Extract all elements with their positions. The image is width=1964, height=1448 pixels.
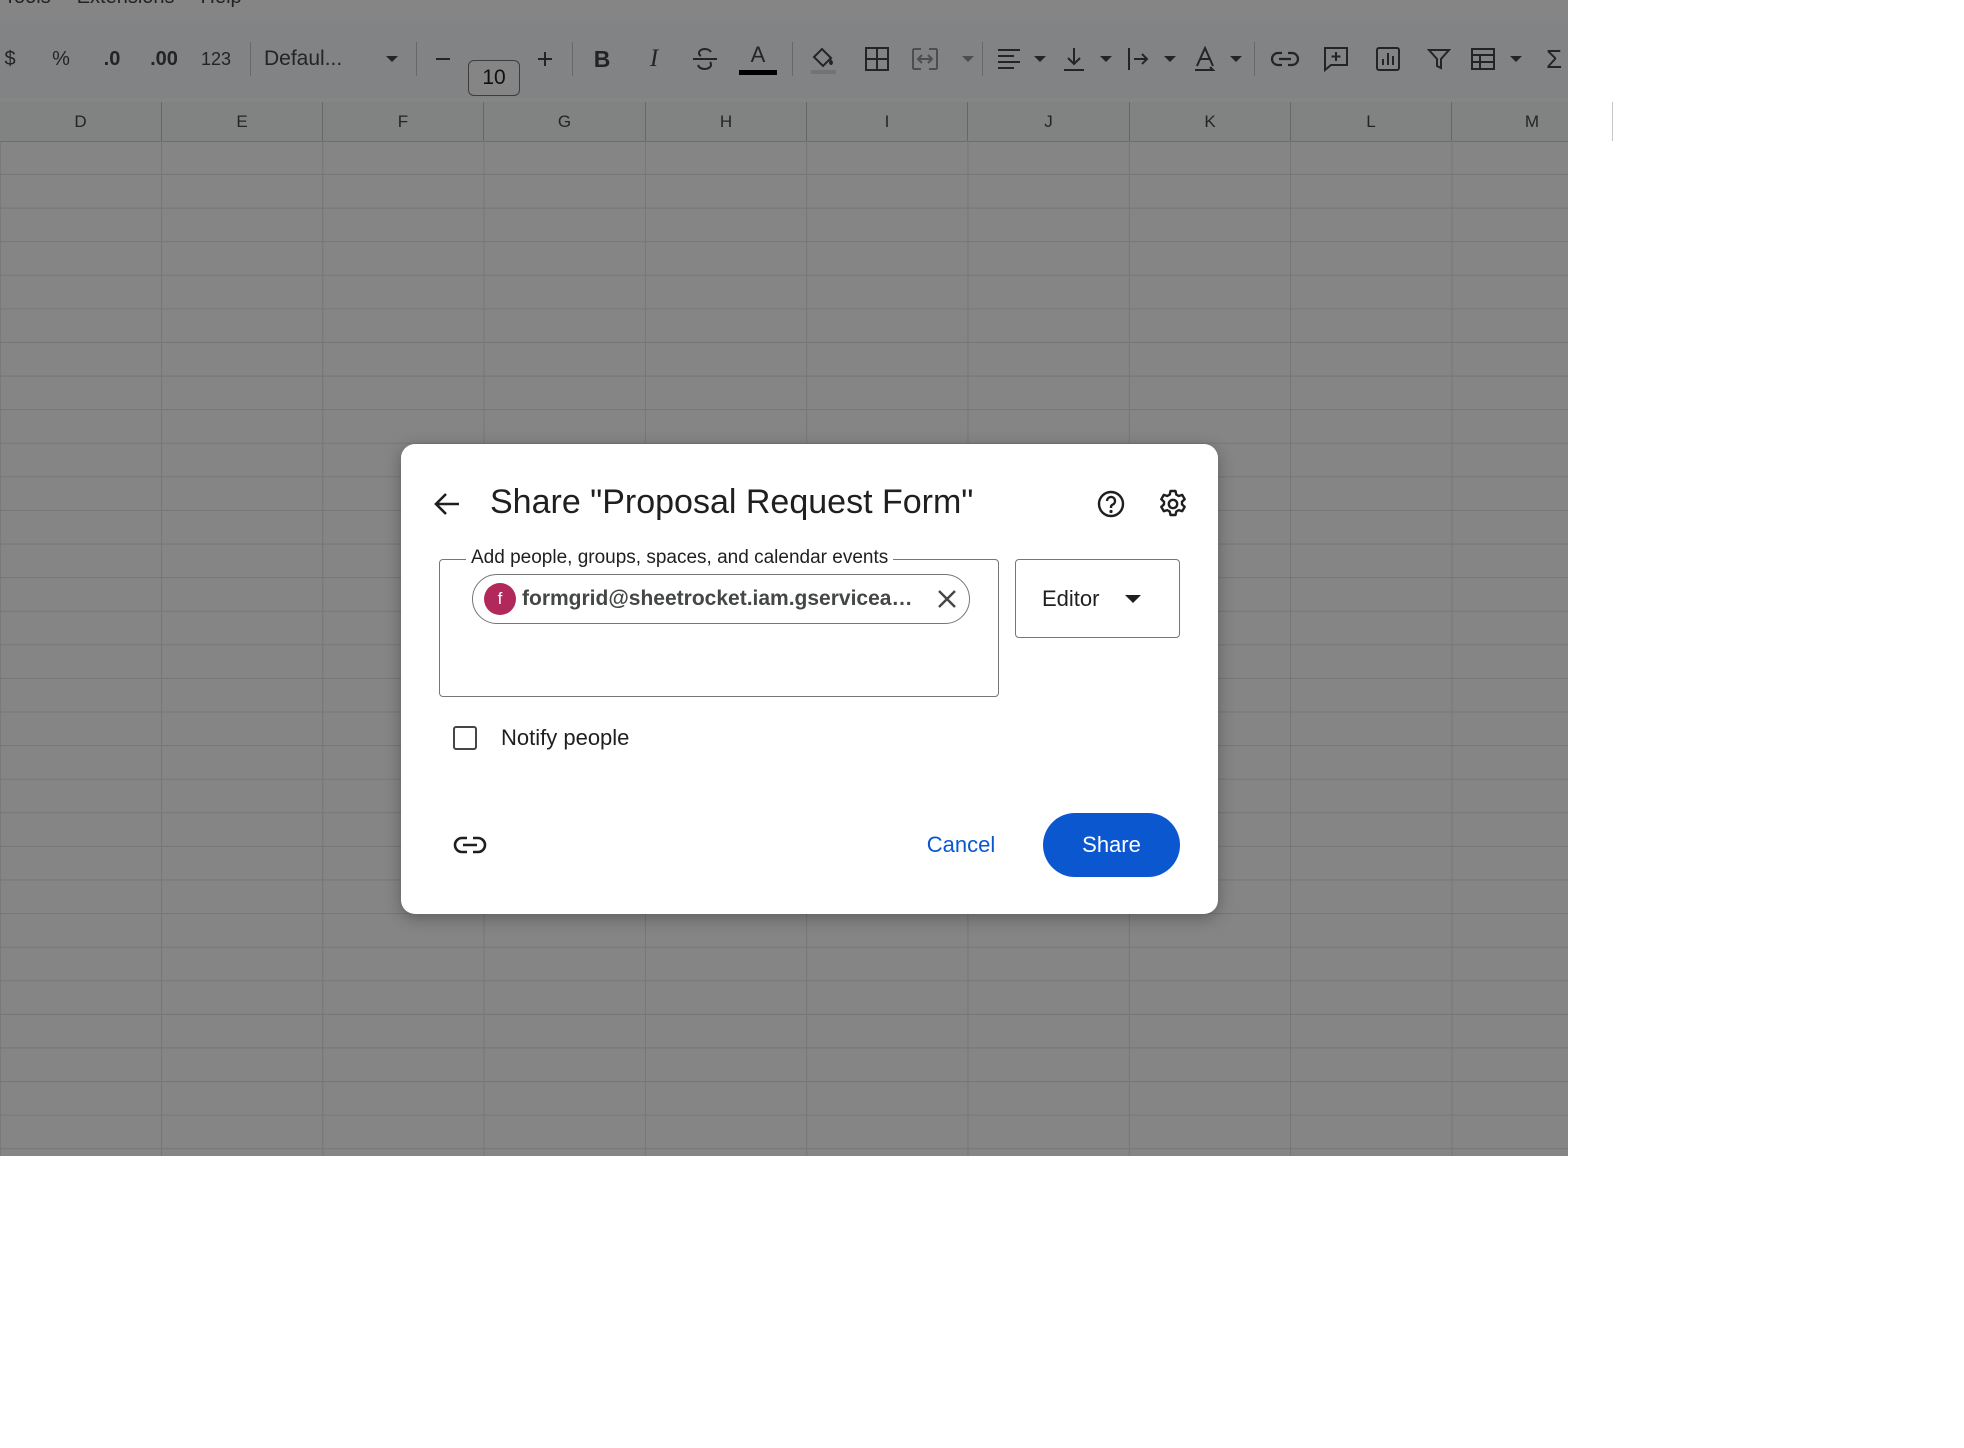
avatar: f bbox=[484, 583, 516, 615]
link-icon bbox=[453, 836, 487, 854]
close-icon bbox=[938, 590, 956, 608]
chevron-down-icon bbox=[1125, 594, 1142, 603]
role-value: Editor bbox=[1042, 585, 1100, 611]
copy-link-button[interactable] bbox=[447, 822, 493, 868]
notify-people-label[interactable]: Notify people bbox=[501, 725, 629, 751]
cancel-button[interactable]: Cancel bbox=[906, 813, 1016, 877]
add-people-label: Add people, groups, spaces, and calendar… bbox=[466, 547, 894, 569]
add-people-field[interactable]: Add people, groups, spaces, and calendar… bbox=[439, 547, 999, 697]
share-button[interactable]: Share bbox=[1043, 813, 1180, 877]
dialog-title: Share "Proposal Request Form" bbox=[490, 483, 974, 521]
remove-recipient-button[interactable] bbox=[930, 582, 964, 616]
notify-people-row: Notify people bbox=[453, 725, 629, 751]
role-dropdown[interactable]: Editor bbox=[1015, 559, 1180, 638]
notify-people-checkbox[interactable] bbox=[453, 726, 477, 750]
recipient-email: formgrid@sheetrocket.iam.gserviceaccount… bbox=[522, 587, 922, 610]
help-icon bbox=[1097, 490, 1125, 518]
arrow-back-icon bbox=[434, 493, 459, 515]
recipient-chip[interactable]: f formgrid@sheetrocket.iam.gserviceaccou… bbox=[472, 574, 970, 624]
back-button[interactable] bbox=[425, 482, 469, 526]
help-button[interactable] bbox=[1089, 482, 1133, 526]
settings-button[interactable] bbox=[1151, 482, 1195, 526]
share-dialog: Share "Proposal Request Form" Add people… bbox=[401, 444, 1218, 914]
gear-icon bbox=[1160, 489, 1186, 517]
